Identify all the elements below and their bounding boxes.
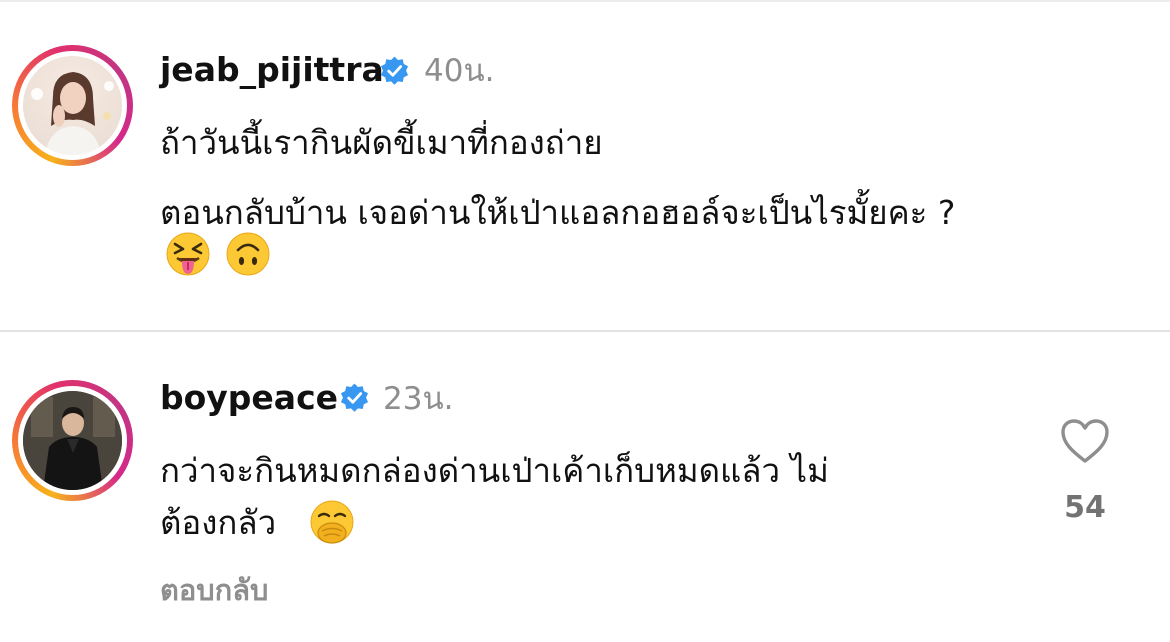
- avatar[interactable]: [23, 56, 122, 155]
- comment-text-line: ถ้าวันนี้เรากินผัดขี้เมาที่กองถ่าย: [160, 123, 603, 162]
- avatar-portrait-icon: [31, 72, 114, 155]
- avatar-story-ring[interactable]: [12, 45, 133, 166]
- timestamp: 23น.: [383, 381, 454, 417]
- upside-down-face-icon: [226, 232, 270, 276]
- comment-divider: [0, 330, 1170, 332]
- like-count: 54: [1064, 490, 1106, 525]
- comment-item: boypeace 23น. กว่าจะกินหมดกล่องด่านเป่าเ…: [0, 372, 1170, 642]
- username[interactable]: boypeace: [160, 378, 338, 418]
- reply-button[interactable]: ตอบกลับ: [160, 567, 268, 613]
- verified-badge-icon: [340, 383, 369, 412]
- comment-text-line: ต้องกลัว: [160, 503, 277, 542]
- avatar-portrait-icon: [23, 391, 122, 490]
- verified-badge-icon: [380, 56, 409, 85]
- face-with-hand-over-mouth-icon: [310, 500, 354, 544]
- timestamp: 40น.: [424, 53, 495, 89]
- avatar-ring-gap: [18, 51, 127, 160]
- squinting-face-with-tongue-icon: [166, 232, 210, 276]
- avatar-story-ring[interactable]: [12, 380, 133, 501]
- username[interactable]: jeab_pijittra: [160, 50, 384, 90]
- comment-text-line: กว่าจะกินหมดกล่องด่านเป่าเค้าเก็บหมดแล้ว…: [160, 451, 829, 490]
- top-divider: [0, 0, 1170, 2]
- comment-item: jeab_pijittra 40น. ถ้าวันนี้เรากินผัดขี้…: [0, 40, 1170, 330]
- comment-text-line: ตอนกลับบ้าน เจอด่านให้เป่าแอลกอฮอล์จะเป็…: [160, 193, 956, 232]
- like-heart-icon[interactable]: [1060, 418, 1110, 464]
- avatar[interactable]: [23, 391, 122, 490]
- avatar-ring-gap: [18, 386, 127, 495]
